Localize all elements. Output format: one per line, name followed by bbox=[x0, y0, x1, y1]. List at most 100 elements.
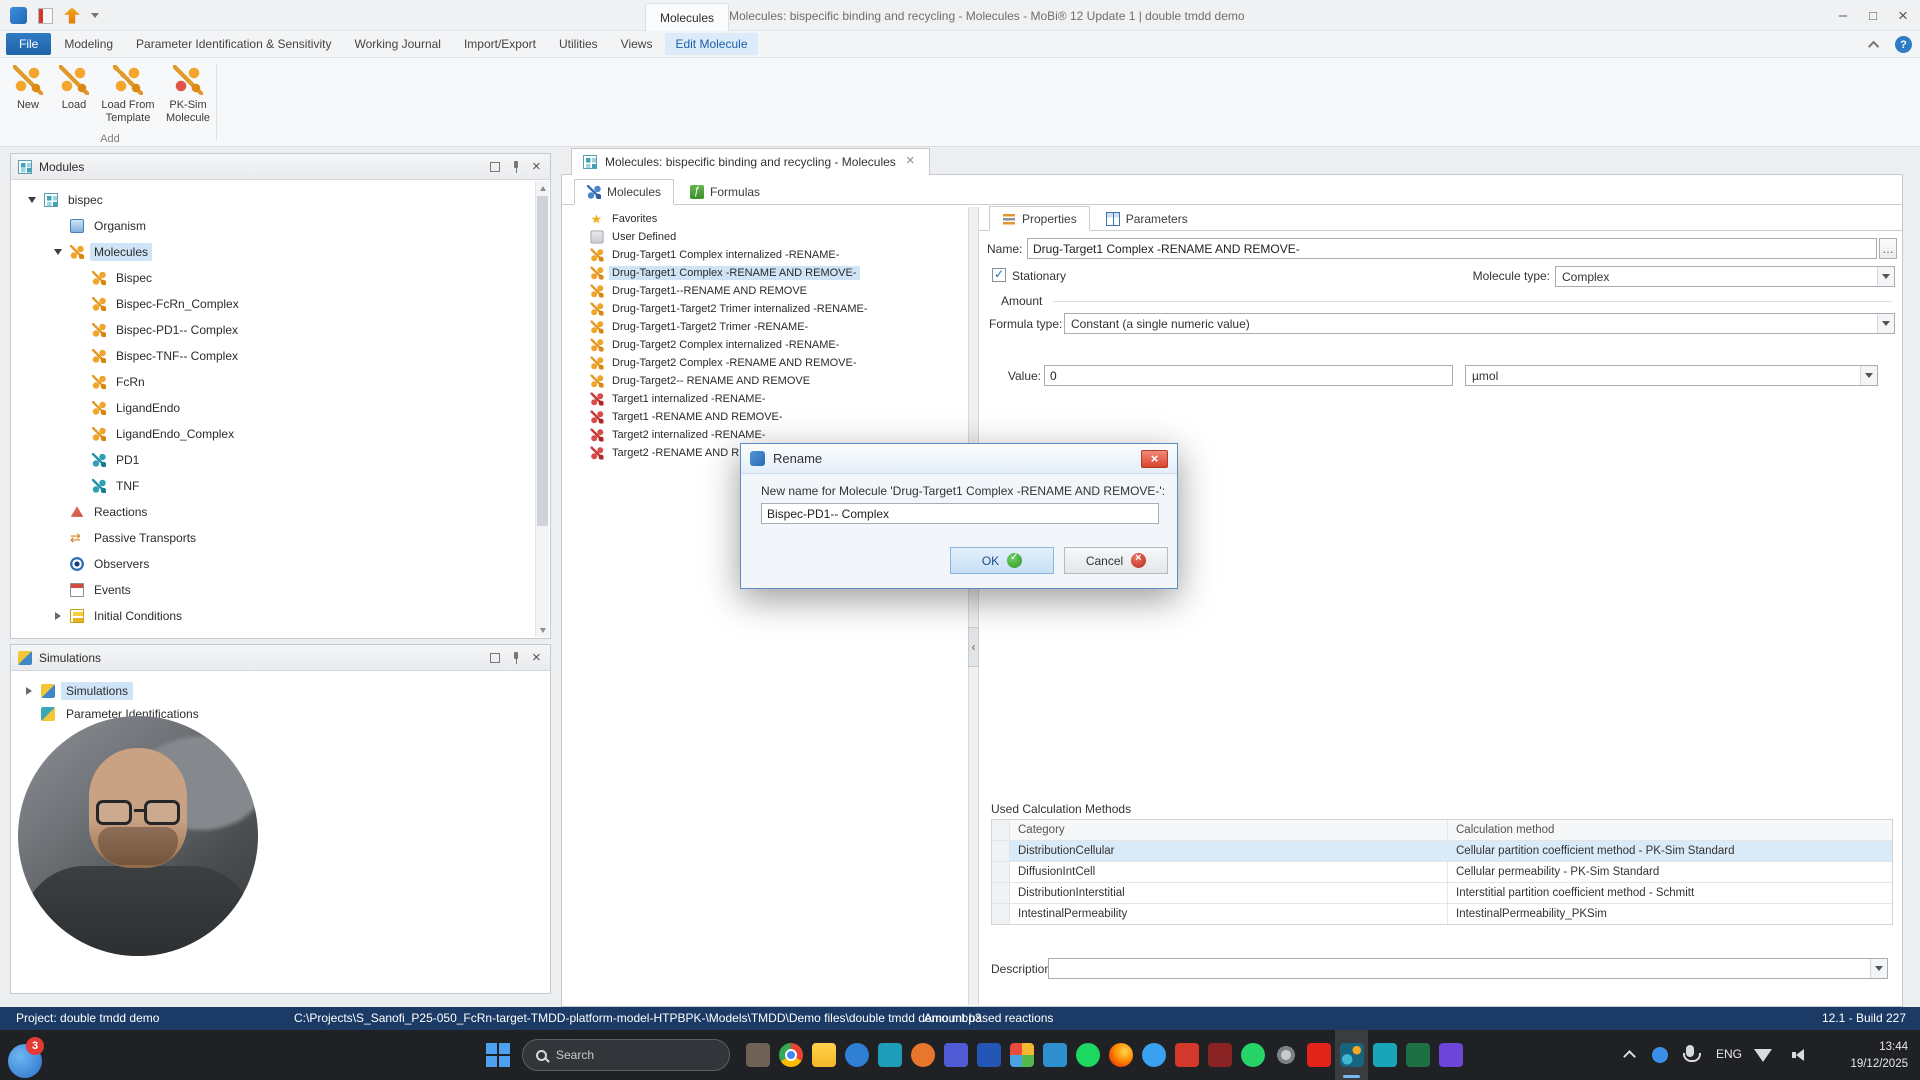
panel-maximize-icon[interactable] bbox=[489, 652, 501, 664]
tree-item-bispec-tnf-complex[interactable]: Bispec-TNF-- Complex bbox=[12, 343, 534, 369]
taskbar-app-5[interactable] bbox=[873, 1030, 906, 1080]
molecule-list-item[interactable]: Target2 internalized -RENAME- bbox=[562, 426, 968, 444]
molecule-list-item[interactable]: Drug-Target2-- RENAME AND REMOVE bbox=[562, 372, 968, 390]
panel-close-icon[interactable] bbox=[531, 649, 543, 666]
molecule-list-item[interactable]: Drug-Target1--RENAME AND REMOVE bbox=[562, 282, 968, 300]
name-ellipsis-button[interactable] bbox=[1879, 238, 1897, 259]
menu-parameter-identification[interactable]: Parameter Identification & Sensitivity bbox=[126, 33, 341, 55]
taskbar-app-17[interactable] bbox=[1269, 1030, 1302, 1080]
close-button[interactable] bbox=[1888, 0, 1918, 31]
cancel-button[interactable]: Cancel bbox=[1064, 547, 1168, 574]
taskbar-app-10[interactable] bbox=[1038, 1030, 1071, 1080]
taskbar-app-12[interactable] bbox=[1104, 1030, 1137, 1080]
list-item-favorites[interactable]: Favorites bbox=[562, 210, 968, 228]
taskbar-app-active[interactable] bbox=[1335, 1030, 1368, 1080]
stationary-checkbox[interactable] bbox=[992, 267, 1006, 282]
molecule-list-item[interactable]: Drug-Target2 Complex -RENAME AND REMOVE- bbox=[562, 354, 968, 372]
load-molecule-button[interactable]: Load bbox=[52, 60, 96, 112]
molecule-list-item[interactable]: Target1 -RENAME AND REMOVE- bbox=[562, 408, 968, 426]
molecule-list-item[interactable]: Drug-Target1 Complex internalized -RENAM… bbox=[562, 246, 968, 264]
value-input[interactable] bbox=[1044, 365, 1453, 386]
tree-item-molecules[interactable]: Molecules bbox=[12, 239, 534, 265]
unit-combo[interactable]: µmol bbox=[1465, 365, 1878, 386]
volume-icon[interactable] bbox=[1790, 1049, 1804, 1061]
expander-open-icon[interactable] bbox=[26, 194, 38, 206]
tree-item-events[interactable]: Events bbox=[12, 577, 534, 603]
taskbar-app-1[interactable] bbox=[741, 1030, 774, 1080]
expander-open-icon[interactable] bbox=[52, 246, 64, 258]
titlebar-document-tab[interactable]: Molecules bbox=[645, 3, 730, 31]
table-row[interactable]: DistributionInterstitial Interstitial pa… bbox=[992, 882, 1892, 903]
tray-chevron-icon[interactable] bbox=[1623, 1050, 1636, 1063]
taskbar-app-21[interactable] bbox=[1401, 1030, 1434, 1080]
tree-item-ligandendo[interactable]: LigandEndo bbox=[12, 395, 534, 421]
app-icon[interactable] bbox=[10, 7, 27, 24]
menu-edit-molecule[interactable]: Edit Molecule bbox=[665, 33, 758, 55]
help-icon[interactable] bbox=[1895, 36, 1912, 53]
menu-views[interactable]: Views bbox=[611, 33, 663, 55]
collapse-panel-button[interactable] bbox=[968, 627, 979, 667]
table-row[interactable]: IntestinalPermeability IntestinalPermeab… bbox=[992, 903, 1892, 924]
scroll-thumb[interactable] bbox=[537, 196, 548, 526]
tree-item-organism[interactable]: Organism bbox=[12, 213, 534, 239]
language-indicator[interactable]: ENG bbox=[1716, 1047, 1742, 1061]
chevron-down-icon[interactable] bbox=[1870, 959, 1887, 978]
description-combo[interactable] bbox=[1048, 958, 1888, 979]
taskbar-app-15[interactable] bbox=[1203, 1030, 1236, 1080]
new-molecule-button[interactable]: New bbox=[4, 60, 52, 112]
collapse-ribbon-icon[interactable] bbox=[1867, 40, 1880, 52]
dialog-close-button[interactable] bbox=[1141, 449, 1168, 468]
menu-import-export[interactable]: Import/Export bbox=[454, 33, 546, 55]
wifi-icon[interactable] bbox=[1754, 1049, 1772, 1062]
taskbar-app-11[interactable] bbox=[1071, 1030, 1104, 1080]
taskbar-clock[interactable]: 13:44 19/12/2025 bbox=[1850, 1039, 1908, 1072]
taskbar-app-7[interactable] bbox=[939, 1030, 972, 1080]
taskbar-app-22[interactable] bbox=[1434, 1030, 1467, 1080]
taskbar-app-4[interactable] bbox=[840, 1030, 873, 1080]
microphone-icon[interactable] bbox=[1683, 1045, 1701, 1062]
tree-item-passive-transports[interactable]: Passive Transports bbox=[12, 525, 534, 551]
tree-item-initial-conditions[interactable]: Initial Conditions bbox=[12, 603, 534, 629]
ok-button[interactable]: OK bbox=[950, 547, 1054, 574]
start-button[interactable] bbox=[486, 1043, 510, 1067]
taskbar-app-16[interactable] bbox=[1236, 1030, 1269, 1080]
tree-item-fcrn[interactable]: FcRn bbox=[12, 369, 534, 395]
tab-molecules[interactable]: Molecules bbox=[574, 179, 675, 205]
tree-item-observers[interactable]: Observers bbox=[12, 551, 534, 577]
taskbar-app-20[interactable] bbox=[1368, 1030, 1401, 1080]
tab-formulas[interactable]: Formulas bbox=[677, 179, 773, 205]
save-icon[interactable] bbox=[64, 7, 80, 24]
pksim-molecule-button[interactable]: PK-Sim Molecule bbox=[160, 60, 216, 124]
name-input[interactable] bbox=[1027, 238, 1877, 259]
maximize-button[interactable] bbox=[1858, 0, 1888, 31]
chevron-down-icon[interactable] bbox=[1860, 366, 1877, 385]
tree-item-reactions[interactable]: Reactions bbox=[12, 499, 534, 525]
taskbar-app-14[interactable] bbox=[1170, 1030, 1203, 1080]
document-icon[interactable] bbox=[38, 7, 53, 24]
taskbar-app-6[interactable] bbox=[906, 1030, 939, 1080]
tree-item-bispec-pd1-complex[interactable]: Bispec-PD1-- Complex bbox=[12, 317, 534, 343]
tree-item-pd1[interactable]: PD1 bbox=[12, 447, 534, 473]
minimize-button[interactable] bbox=[1828, 0, 1858, 31]
tree-item-bispec-molecule[interactable]: Bispec bbox=[12, 265, 534, 291]
taskbar-app-8[interactable] bbox=[972, 1030, 1005, 1080]
panel-close-icon[interactable] bbox=[531, 158, 543, 175]
menu-working-journal[interactable]: Working Journal bbox=[344, 33, 450, 55]
scroll-up-icon[interactable] bbox=[536, 181, 549, 195]
tree-item-ligandendo-complex[interactable]: LigandEndo_Complex bbox=[12, 421, 534, 447]
menu-utilities[interactable]: Utilities bbox=[549, 33, 608, 55]
taskbar-app-18[interactable] bbox=[1302, 1030, 1335, 1080]
menu-file[interactable]: File bbox=[6, 33, 52, 55]
table-row[interactable]: DistributionCellular Cellular partition … bbox=[992, 840, 1892, 861]
search-input[interactable] bbox=[556, 1048, 696, 1062]
taskbar-app-9[interactable] bbox=[1005, 1030, 1038, 1080]
molecule-list-item[interactable]: Drug-Target1-Target2 Trimer -RENAME- bbox=[562, 318, 968, 336]
taskbar-app-3[interactable] bbox=[807, 1030, 840, 1080]
table-row[interactable]: DiffusionIntCell Cellular permeability -… bbox=[992, 861, 1892, 882]
tab-properties[interactable]: Properties bbox=[989, 206, 1090, 231]
splitter[interactable] bbox=[968, 207, 979, 1005]
modules-scrollbar[interactable] bbox=[535, 181, 549, 637]
column-header-method[interactable]: Calculation method bbox=[1448, 820, 1892, 840]
panel-pin-icon[interactable] bbox=[510, 160, 522, 173]
simulations-tree-item[interactable]: Simulations bbox=[11, 679, 550, 702]
